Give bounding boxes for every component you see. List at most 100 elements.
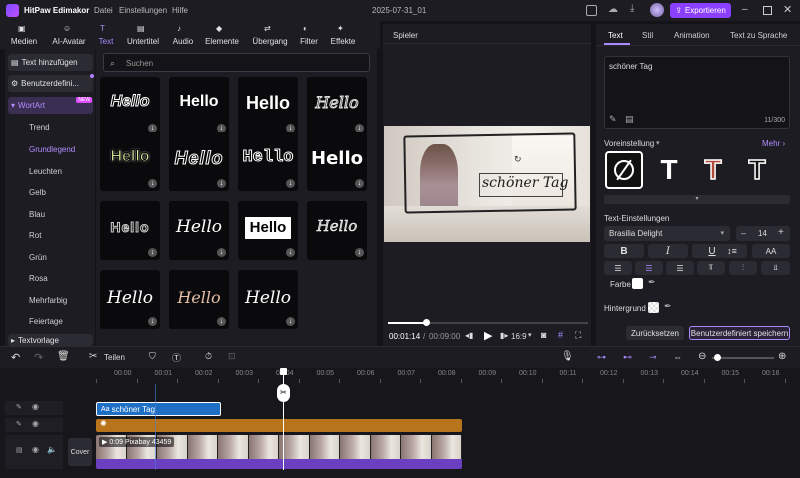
wordart-thumb-10[interactable]: Hello ↓ — [169, 201, 229, 260]
download-icon[interactable]: ↓ — [355, 179, 364, 188]
chevron-down-icon[interactable]: ▾ — [528, 331, 532, 339]
download-icon[interactable]: ↓ — [148, 317, 157, 326]
font-select[interactable]: Brasilia Delight ▾ — [604, 226, 730, 241]
mute-icon[interactable]: 🔈 — [47, 445, 57, 454]
download-icon[interactable]: ↓ — [286, 179, 295, 188]
save-icon[interactable] — [586, 5, 597, 16]
tool-untertitel[interactable]: ▤ Untertitel — [124, 21, 162, 49]
category-rot[interactable]: Rot — [29, 231, 41, 240]
save-custom-button[interactable]: Benutzerdefiniert speichern — [689, 326, 790, 340]
valign-bottom-button[interactable]: ⫫ — [761, 261, 790, 275]
overlay-text[interactable]: schöner Tag — [482, 175, 568, 191]
decrease-size-icon[interactable]: – — [741, 228, 746, 238]
wordart-thumb-5[interactable]: Hello ↓ — [100, 132, 160, 191]
minimize-button[interactable]: – — [742, 4, 748, 15]
tab-text-zu-sprache[interactable]: Text zu Sprache — [730, 31, 787, 40]
category-trend[interactable]: Trend — [29, 123, 50, 132]
tool-audio[interactable]: ♪ Audio — [170, 21, 196, 49]
wordart-thumb-14[interactable]: Hello ↓ — [169, 270, 229, 329]
export-button[interactable]: ⇪ Exportieren — [670, 3, 731, 18]
category-gelb[interactable]: Gelb — [29, 188, 46, 197]
search-box[interactable]: ⌕ Suchen — [103, 53, 370, 72]
download-icon[interactable]: ↓ — [148, 179, 157, 188]
microphone-icon[interactable]: 🎙 — [561, 351, 574, 362]
effect-clip[interactable]: ✺ — [96, 419, 462, 432]
eyedropper-icon[interactable]: ✒ — [648, 277, 656, 288]
align-right-button[interactable]: ☰ — [666, 261, 694, 275]
playback-knob[interactable] — [423, 319, 430, 326]
cloud-icon[interactable]: ☁ — [608, 4, 618, 15]
wordart-thumb-1[interactable]: Hello ↓ — [100, 77, 160, 136]
magnet-icon[interactable]: ⊷ — [623, 352, 632, 363]
zoom-out-icon[interactable]: ⊖ — [698, 351, 706, 362]
wordart-thumb-7[interactable]: Hello ↓ — [238, 132, 298, 191]
wordart-thumb-11[interactable]: Hello ↓ — [238, 201, 298, 260]
download-icon[interactable]: ↓ — [217, 179, 226, 188]
eyedropper-icon[interactable]: ✒ — [664, 301, 672, 312]
maximize-button[interactable] — [763, 6, 772, 15]
video-clip[interactable]: ▶ 0:09 Pixabay 43459 — [96, 435, 462, 469]
preset-outline[interactable]: T — [738, 151, 776, 189]
increase-size-icon[interactable]: + — [778, 227, 784, 238]
download-icon[interactable]: ⤓ — [630, 3, 634, 14]
color-swatch[interactable] — [632, 278, 643, 289]
redo-icon[interactable]: ↷ — [34, 351, 43, 364]
preset-red[interactable]: T — [694, 151, 732, 189]
reset-button[interactable]: Zurücksetzen — [626, 326, 684, 340]
text-content-input[interactable]: schöner Tag ✎ ▤ 11/300 — [604, 56, 790, 129]
prev-frame-icon[interactable]: ◂▮ — [465, 331, 473, 340]
undo-icon[interactable]: ↶ — [11, 351, 20, 364]
cover-button[interactable]: Cover — [68, 438, 92, 466]
close-button[interactable]: ✕ — [783, 3, 792, 16]
download-icon[interactable]: ↓ — [217, 317, 226, 326]
download-icon[interactable]: ↓ — [355, 248, 364, 257]
wordart-section[interactable]: ▾ WortArt NEW — [8, 97, 93, 114]
textvorlage-section[interactable]: ▸ Textvorlage — [8, 334, 93, 346]
aspect-ratio[interactable]: 16:9 — [511, 332, 527, 341]
menu-einstellungen[interactable]: Einstellungen — [119, 6, 167, 15]
line-spacing-button[interactable]: ↕≡ — [717, 244, 747, 258]
tool-text[interactable]: T Text — [96, 21, 116, 49]
grid-icon[interactable]: # — [558, 330, 563, 340]
background-swatch[interactable] — [648, 302, 659, 313]
category-grundlegend[interactable]: Grundlegend — [29, 145, 75, 154]
tool-effekte[interactable]: ✦ Effekte — [328, 21, 358, 49]
search-input[interactable]: Suchen — [126, 59, 153, 68]
tool-medien[interactable]: ▣ Medien — [6, 21, 42, 49]
tab-stil[interactable]: Stil — [642, 31, 653, 40]
rotate-handle-icon[interactable]: ↻ — [514, 154, 522, 165]
valign-middle-button[interactable]: ⫶ — [729, 261, 757, 275]
category-mehrfarbig[interactable]: Mehrfarbig — [29, 296, 67, 305]
align-center-button[interactable]: ☰ — [635, 261, 663, 275]
split-icon[interactable]: ✂ — [89, 351, 97, 362]
text-tool-icon[interactable]: Ⓣ — [172, 351, 181, 364]
valign-top-button[interactable]: ⫪ — [697, 261, 725, 275]
playback-progress[interactable] — [388, 319, 588, 326]
shield-icon[interactable]: ⛉ — [149, 351, 156, 362]
category-leuchten[interactable]: Leuchten — [29, 167, 62, 176]
menu-datei[interactable]: Datei — [94, 6, 113, 15]
preset-white[interactable]: T — [650, 151, 688, 189]
lock-icon[interactable]: ✎ — [16, 403, 22, 411]
font-size-stepper[interactable]: – 14 + — [736, 226, 790, 241]
custom-text-button[interactable]: ⚙ Benutzerdefini... — [8, 74, 94, 92]
more-presets-link[interactable]: Mehr › — [762, 139, 785, 148]
download-icon[interactable]: ↓ — [286, 317, 295, 326]
preset-none[interactable] — [605, 151, 643, 189]
category-gruen[interactable]: Grün — [29, 253, 47, 262]
lock-icon[interactable]: ▤ — [16, 446, 23, 454]
wordart-thumb-8[interactable]: Hello ↓ — [307, 132, 367, 191]
tab-text[interactable]: Text — [608, 31, 623, 40]
bold-button[interactable]: B — [604, 244, 644, 258]
chevron-down-icon[interactable]: ▾ — [656, 139, 660, 147]
snapshot-icon[interactable]: ◙ — [541, 330, 546, 340]
zoom-in-icon[interactable]: ⊕ — [778, 351, 786, 362]
eye-icon[interactable]: ◉ — [32, 445, 39, 454]
wordart-thumb-6[interactable]: Hello ↓ — [169, 132, 229, 191]
fit-icon[interactable]: ⇔ — [673, 352, 682, 362]
menu-hilfe[interactable]: Hilfe — [172, 6, 188, 15]
italic-button[interactable]: I — [648, 244, 688, 258]
download-icon[interactable]: ↓ — [148, 248, 157, 257]
category-rosa[interactable]: Rosa — [29, 274, 48, 283]
play-icon[interactable]: ▶ — [484, 329, 492, 342]
